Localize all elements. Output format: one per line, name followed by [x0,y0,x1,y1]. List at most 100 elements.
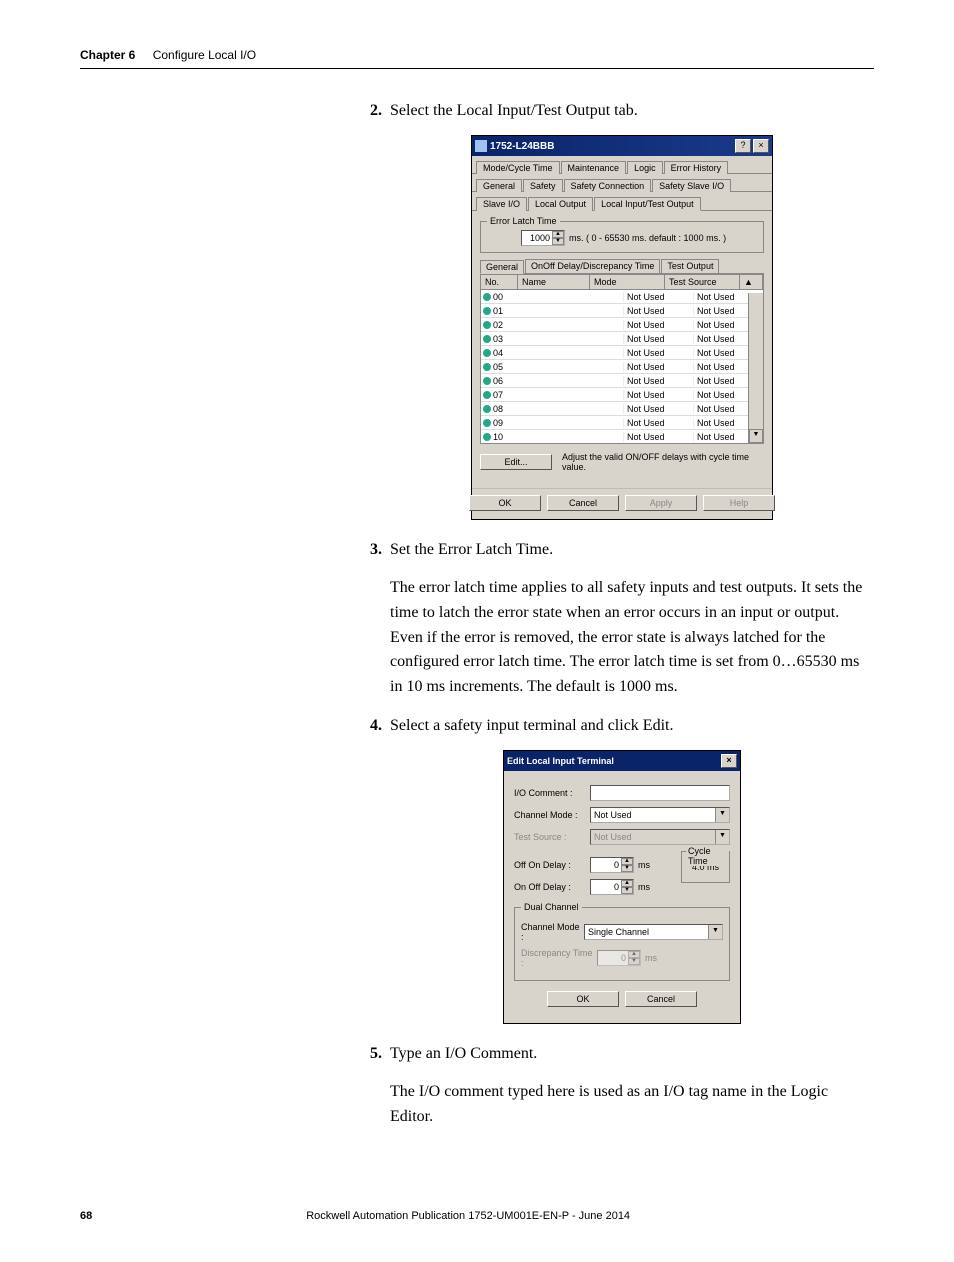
scrollbar[interactable]: ▼ [748,293,763,443]
titlebar[interactable]: Edit Local Input Terminal × [504,751,740,771]
spin-up-icon[interactable]: ▲ [621,858,633,865]
status-dot-icon [483,363,491,371]
help-button[interactable]: Help [703,495,775,511]
col-mode[interactable]: Mode [590,275,665,289]
status-dot-icon [483,293,491,301]
io-config-dialog: 1752-L24BBB ? × Mode/Cycle Time Maintena… [471,135,773,520]
subtab-onoff-delay[interactable]: OnOff Delay/Discrepancy Time [525,259,660,273]
ok-button[interactable]: OK [547,991,619,1007]
page-footer: 68 Rockwell Automation Publication 1752-… [80,1210,874,1222]
table-row[interactable]: 02Not UsedNot Used [481,318,763,332]
spin-up-icon: ▲ [628,951,640,958]
io-comment-label: I/O Comment : [514,788,586,798]
channel-mode-label: Channel Mode : [514,810,586,820]
off-on-delay-spinner[interactable]: ▲▼ [590,857,634,873]
error-latch-spinner[interactable]: ▲ ▼ [521,230,565,246]
apply-button[interactable]: Apply [625,495,697,511]
adjust-hint: Adjust the valid ON/OFF delays with cycl… [562,452,764,472]
table-row[interactable]: 08Not UsedNot Used [481,402,763,416]
tab-maintenance[interactable]: Maintenance [561,161,627,174]
table-row[interactable]: 05Not UsedNot Used [481,360,763,374]
window-title: 1752-L24BBB [490,141,735,152]
tab-slave-io[interactable]: Slave I/O [476,197,527,211]
table-row[interactable]: 07Not UsedNot Used [481,388,763,402]
tab-mode-cycle[interactable]: Mode/Cycle Time [476,161,560,174]
chevron-down-icon[interactable]: ▼ [708,925,722,939]
on-off-delay-spinner[interactable]: ▲▼ [590,879,634,895]
error-latch-hint: ms. ( 0 - 65530 ms. default : 1000 ms. ) [569,233,726,243]
step-num: 4. [370,714,390,738]
table-row[interactable]: 04Not UsedNot Used [481,346,763,360]
col-name[interactable]: Name [518,275,590,289]
error-latch-input[interactable] [522,231,552,245]
window-title: Edit Local Input Terminal [507,756,721,766]
chevron-down-icon[interactable]: ▼ [715,808,729,822]
cancel-button[interactable]: Cancel [547,495,619,511]
col-no[interactable]: No. [481,275,518,289]
table-row[interactable]: 10Not UsedNot Used [481,430,763,444]
spin-up-icon[interactable]: ▲ [552,231,564,238]
tab-local-input-test-output[interactable]: Local Input/Test Output [594,197,701,211]
tabs-row-3: Slave I/O Local Output Local Input/Test … [472,196,772,211]
spin-down-icon[interactable]: ▼ [621,887,633,894]
spin-down-icon[interactable]: ▼ [552,238,564,245]
tab-logic[interactable]: Logic [627,161,663,174]
table-row[interactable]: 03Not UsedNot Used [481,332,763,346]
cycle-time-title: Cycle Time [686,846,729,866]
col-test-source[interactable]: Test Source [665,275,740,289]
close-icon[interactable]: × [753,139,769,153]
discrepancy-spinner: ▲▼ [597,950,641,966]
step-num: 3. [370,538,390,562]
subtab-test-output[interactable]: Test Output [661,259,719,273]
status-dot-icon [483,433,491,441]
step-text: Set the Error Latch Time. [390,538,874,562]
step-2: 2. Select the Local Input/Test Output ta… [370,99,874,123]
discrepancy-label: Discrepancy Time : [521,948,593,968]
scroll-up-icon[interactable]: ▲ [740,275,763,289]
step-text: Select a safety input terminal and click… [390,714,874,738]
scroll-down-icon[interactable]: ▼ [749,429,763,443]
grid-header: No. Name Mode Test Source ▲ [481,275,763,290]
on-off-delay-label: On Off Delay : [514,882,586,892]
help-icon[interactable]: ? [735,139,751,153]
step-4: 4. Select a safety input terminal and cl… [370,714,874,738]
cancel-button[interactable]: Cancel [625,991,697,1007]
chevron-down-icon: ▼ [715,830,729,844]
dc-mode-label: Channel Mode : [521,922,580,942]
tab-error-history[interactable]: Error History [664,161,729,174]
tab-local-output[interactable]: Local Output [528,197,593,211]
subtabs: General OnOff Delay/Discrepancy Time Tes… [480,259,764,274]
table-row[interactable]: 06Not UsedNot Used [481,374,763,388]
dual-channel-group: Dual Channel Channel Mode : ▼ Discrepanc… [514,907,730,981]
io-comment-input[interactable] [590,785,730,801]
subtab-general[interactable]: General [480,260,524,274]
status-dot-icon [483,335,491,343]
tab-general[interactable]: General [476,179,522,192]
edit-button[interactable]: Edit... [480,454,552,470]
cycle-time-group: Cycle Time 4.0 ms [681,851,730,883]
tab-safety[interactable]: Safety [523,179,563,192]
tabs-row-1: Mode/Cycle Time Maintenance Logic Error … [472,160,772,174]
channel-mode-select[interactable]: ▼ [590,807,730,823]
page-header: Chapter 6 Configure Local I/O [80,48,874,69]
close-icon[interactable]: × [721,754,737,768]
edit-terminal-dialog: Edit Local Input Terminal × I/O Comment … [503,750,741,1024]
table-row[interactable]: 00Not UsedNot Used [481,290,763,304]
status-dot-icon [483,377,491,385]
titlebar[interactable]: 1752-L24BBB ? × [472,136,772,156]
table-row[interactable]: 09Not UsedNot Used [481,416,763,430]
spin-up-icon[interactable]: ▲ [621,880,633,887]
spin-down-icon[interactable]: ▼ [621,865,633,872]
para-io-comment: The I/O comment typed here is used as an… [390,1080,874,1130]
table-row[interactable]: 01Not UsedNot Used [481,304,763,318]
error-latch-group: Error Latch Time ▲ ▼ ms. ( 0 - 65530 ms.… [480,221,764,253]
tab-safety-slave-io[interactable]: Safety Slave I/O [652,179,731,192]
ok-button[interactable]: OK [469,495,541,511]
io-grid[interactable]: No. Name Mode Test Source ▲ 00Not UsedNo… [480,274,764,444]
dc-mode-select[interactable]: ▼ [584,924,723,940]
step-num: 5. [370,1042,390,1066]
tab-safety-connection[interactable]: Safety Connection [564,179,652,192]
ms-unit: ms [645,953,657,963]
dialog-buttons: OK Cancel Apply Help [472,488,772,519]
publication-id: Rockwell Automation Publication 1752-UM0… [306,1210,630,1222]
